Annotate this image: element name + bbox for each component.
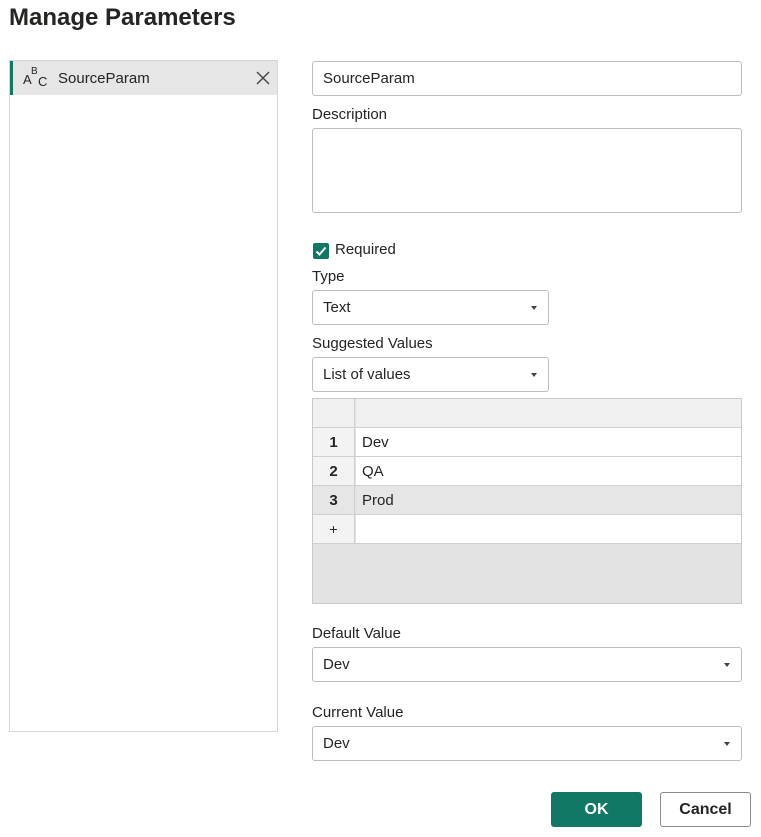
type-dropdown-value: Text	[323, 299, 351, 316]
dialog-title: Manage Parameters	[9, 4, 236, 31]
required-label: Required	[335, 241, 396, 258]
table-row[interactable]: 3 Prod	[313, 486, 741, 515]
chevron-down-icon	[531, 372, 537, 377]
value-cell[interactable]: Prod	[356, 486, 741, 514]
parameter-list: A B C SourceParam	[9, 60, 278, 732]
chevron-down-icon	[531, 305, 537, 310]
suggested-values-label: Suggested Values	[312, 335, 433, 352]
grid-header-row	[313, 399, 741, 428]
description-field[interactable]	[312, 128, 742, 213]
checkmark-icon	[315, 246, 327, 256]
row-number: 2	[313, 457, 355, 485]
default-value-dropdown-value: Dev	[323, 656, 350, 673]
parameter-item-sourceparam[interactable]: A B C SourceParam	[10, 61, 277, 95]
value-cell[interactable]: QA	[356, 457, 741, 485]
description-label: Description	[312, 106, 388, 123]
suggested-values-dropdown-value: List of values	[323, 366, 411, 383]
new-value-cell[interactable]	[356, 515, 741, 543]
values-grid: 1 Dev 2 QA 3 Prod +	[312, 398, 742, 604]
grid-header-cell	[356, 399, 741, 427]
abc-text-icon: A B C	[23, 66, 48, 89]
row-number: 3	[313, 486, 355, 514]
parameter-item-label: SourceParam	[58, 70, 150, 87]
value-cell[interactable]: Dev	[356, 428, 741, 456]
current-value-label: Current Value	[312, 704, 404, 721]
current-value-dropdown[interactable]: Dev	[312, 726, 742, 761]
default-value-dropdown[interactable]: Dev	[312, 647, 742, 682]
chevron-down-icon	[724, 662, 730, 667]
table-row[interactable]: 2 QA	[313, 457, 741, 486]
required-checkbox[interactable]	[313, 243, 329, 259]
add-row[interactable]: +	[313, 515, 741, 544]
parameter-name-input[interactable]	[312, 61, 742, 96]
ok-button[interactable]: OK	[551, 792, 642, 827]
table-row[interactable]: 1 Dev	[313, 428, 741, 457]
type-dropdown[interactable]: Text	[312, 290, 549, 325]
grid-corner-cell	[313, 399, 355, 427]
default-value-label: Default Value	[312, 625, 401, 642]
add-row-icon[interactable]: +	[313, 515, 355, 543]
chevron-down-icon	[724, 741, 730, 746]
cancel-button[interactable]: Cancel	[660, 792, 751, 827]
type-label: Type	[312, 268, 345, 285]
suggested-values-dropdown[interactable]: List of values	[312, 357, 549, 392]
current-value-dropdown-value: Dev	[323, 735, 350, 752]
row-number: 1	[313, 428, 355, 456]
close-icon[interactable]	[255, 70, 271, 86]
